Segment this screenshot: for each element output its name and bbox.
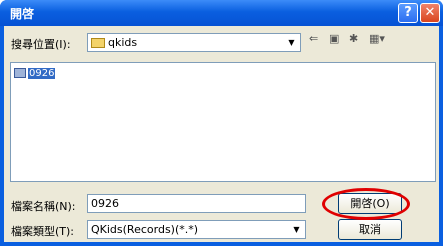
cancel-button[interactable]: 取消 (338, 219, 402, 240)
chevron-down-icon[interactable]: ▼ (289, 222, 304, 237)
window-title: 開啓 (10, 7, 35, 21)
open-dialog: 開啓 ? ✕ 搜尋位置(I): qkids ▼ ⇐ ▣ ✱ ▦▾ 0926 檔案… (0, 0, 443, 246)
file-name-input[interactable]: 0926 (87, 194, 306, 213)
look-in-value: qkids (108, 36, 138, 49)
back-icon[interactable]: ⇐ (309, 32, 318, 45)
chevron-down-icon[interactable]: ▼ (284, 35, 299, 50)
close-button[interactable]: ✕ (420, 3, 440, 23)
file-list[interactable]: 0926 (10, 62, 436, 182)
look-in-dropdown[interactable]: qkids ▼ (87, 33, 301, 52)
view-menu-icon[interactable]: ▦▾ (369, 32, 385, 45)
file-icon (14, 68, 26, 78)
file-type-label: 檔案類型(T): (11, 225, 75, 238)
up-folder-icon[interactable]: ▣ (329, 32, 339, 45)
new-folder-icon[interactable]: ✱ (349, 32, 358, 45)
annotation-circle (322, 188, 410, 220)
file-name: 0926 (28, 67, 56, 79)
title-bar[interactable]: 開啓 ? ✕ (0, 0, 443, 26)
file-type-value: QKids(Records)(*.*) (91, 223, 199, 236)
list-item[interactable]: 0926 (14, 66, 56, 80)
look-in-label: 搜尋位置(I): (11, 38, 71, 51)
file-name-label: 檔案名稱(N): (11, 200, 76, 213)
folder-icon (91, 38, 105, 48)
help-button[interactable]: ? (398, 3, 418, 23)
file-type-dropdown[interactable]: QKids(Records)(*.*) ▼ (87, 220, 306, 239)
